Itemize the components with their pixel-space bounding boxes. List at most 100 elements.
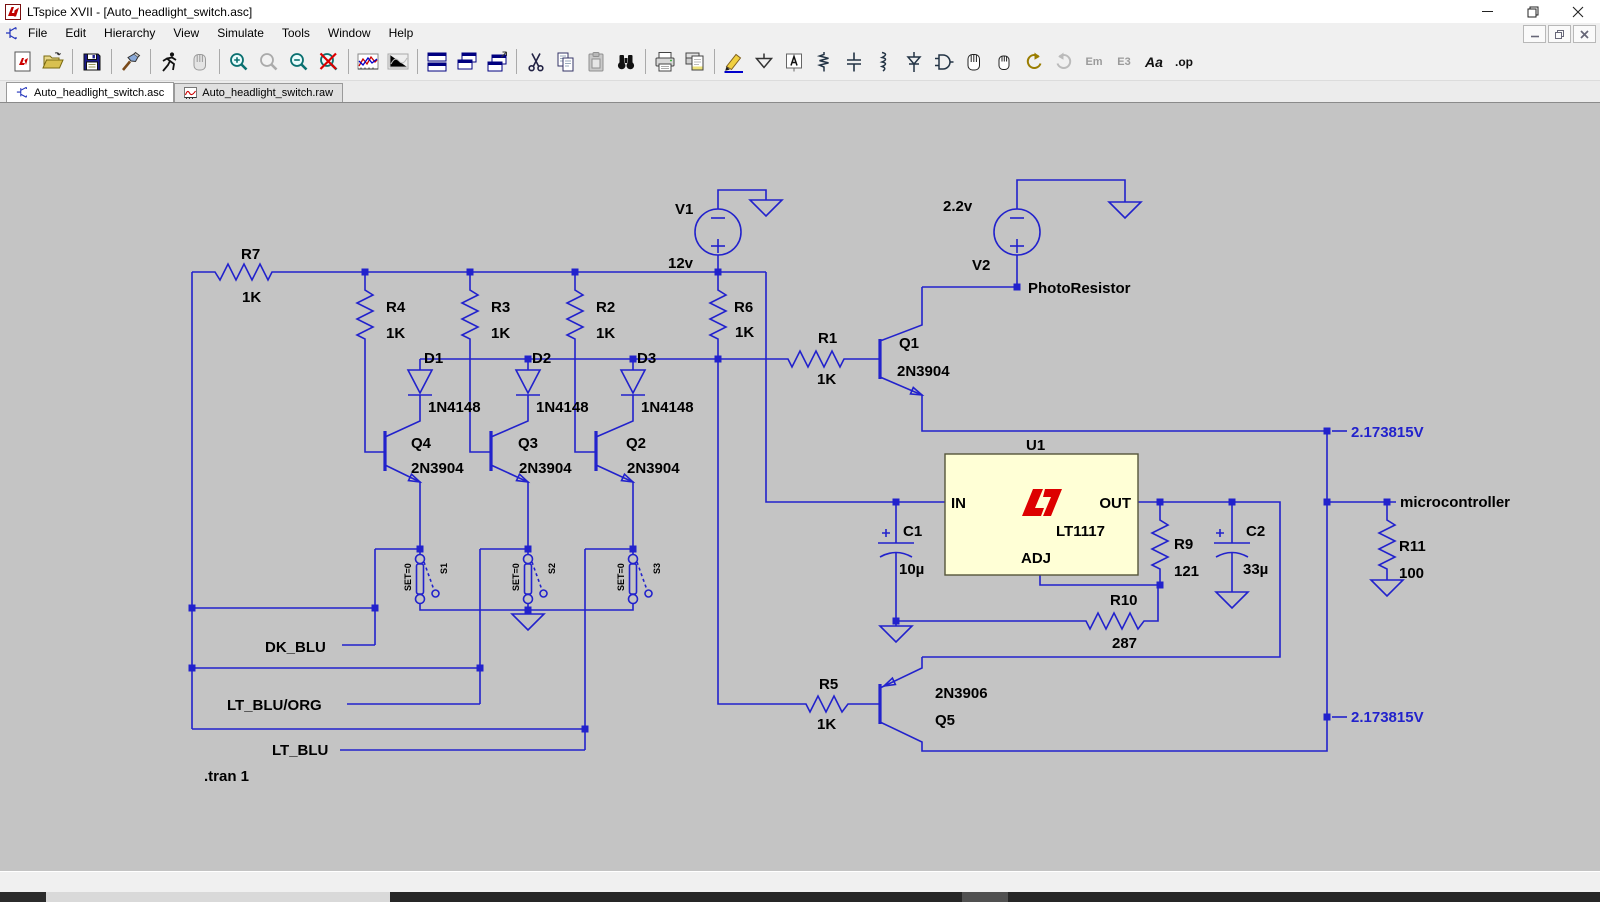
place-text-button[interactable]: Aa — [1139, 47, 1169, 77]
toolbar-separator — [348, 49, 349, 74]
wire-pencil-icon — [722, 50, 746, 74]
r9-value: 121 — [1174, 563, 1199, 580]
r11-name: R11 — [1399, 538, 1426, 555]
resistor-r9[interactable] — [1152, 502, 1168, 585]
new-schematic-button[interactable] — [8, 47, 38, 77]
place-ground-button[interactable] — [749, 47, 779, 77]
schematic[interactable]: IN OUT ADJ LT1117 R7 1K R4 1K R3 1K R2 1… — [0, 103, 1600, 872]
menu-view[interactable]: View — [164, 24, 208, 42]
q2-value: 2N3904 — [627, 460, 680, 477]
transistor-q5[interactable] — [880, 657, 1327, 751]
find-button[interactable] — [611, 47, 641, 77]
regulator-u1[interactable]: IN OUT ADJ LT1117 — [945, 454, 1138, 575]
c1-name: C1 — [903, 523, 922, 540]
place-net-label-button[interactable] — [779, 47, 809, 77]
copy-icon — [554, 50, 578, 74]
menu-help[interactable]: Help — [380, 24, 423, 42]
place-component-button[interactable] — [929, 47, 959, 77]
q4-value: 2N3904 — [411, 460, 464, 477]
r4-name: R4 — [386, 299, 406, 316]
menu-file[interactable]: File — [19, 24, 56, 42]
r6-value: 1K — [735, 324, 754, 341]
resistor-r3[interactable] — [462, 272, 490, 452]
tile-windows-button[interactable] — [422, 47, 452, 77]
open-file-button[interactable] — [38, 47, 68, 77]
resistor-r2[interactable] — [567, 272, 595, 452]
mirror-button[interactable]: Em — [1079, 47, 1109, 77]
switch-s3[interactable] — [629, 549, 653, 604]
minimize-button[interactable] — [1465, 0, 1510, 23]
mdi-restore-button[interactable] — [1548, 25, 1571, 43]
d2-name: D2 — [532, 350, 551, 367]
save-button[interactable] — [77, 47, 107, 77]
net-labels[interactable]: DK_BLU LT_BLU/ORG LT_BLU PhotoResistor m… — [204, 280, 1510, 785]
run-button[interactable] — [155, 47, 185, 77]
menu-bar: File Edit Hierarchy View Simulate Tools … — [0, 23, 1600, 43]
print-preview-button[interactable] — [680, 47, 710, 77]
move-button[interactable] — [959, 47, 989, 77]
component-labels[interactable]: R7 1K R4 1K R3 1K R2 1K R6 1K D1 1N4148 … — [241, 198, 1426, 733]
copy-button[interactable] — [551, 47, 581, 77]
schematic-canvas[interactable]: IN OUT ADJ LT1117 R7 1K R4 1K R3 1K R2 1… — [0, 102, 1600, 871]
zoom-in-button[interactable] — [224, 47, 254, 77]
menu-tools[interactable]: Tools — [273, 24, 319, 42]
place-inductor-button[interactable] — [869, 47, 899, 77]
waveform-button[interactable] — [353, 47, 383, 77]
zoom-area-button[interactable] — [254, 47, 284, 77]
capacitor-icon — [842, 50, 866, 74]
restore-button[interactable] — [1510, 0, 1555, 23]
emitter-arrow — [911, 388, 923, 396]
place-resistor-button[interactable] — [809, 47, 839, 77]
spice-directive-button[interactable]: .op — [1169, 47, 1199, 77]
voltage-source-v2[interactable] — [994, 180, 1141, 255]
zoom-out-button[interactable] — [284, 47, 314, 77]
resistor-r4[interactable] — [357, 272, 384, 452]
menu-simulate[interactable]: Simulate — [208, 24, 273, 42]
rotate-button[interactable]: E3 — [1109, 47, 1139, 77]
switch-s2[interactable] — [524, 549, 548, 604]
place-diode-button[interactable] — [899, 47, 929, 77]
place-capacitor-button[interactable] — [839, 47, 869, 77]
menu-hierarchy[interactable]: Hierarchy — [95, 24, 164, 42]
voltage-probe-bottom: 2.173815V — [1351, 709, 1424, 726]
plot-settings-button[interactable] — [383, 47, 413, 77]
print-button[interactable] — [650, 47, 680, 77]
r10-value: 287 — [1112, 635, 1137, 652]
net-label-icon — [782, 50, 806, 74]
tab-schematic[interactable]: Auto_headlight_switch.asc — [6, 82, 174, 102]
r7-value: 1K — [242, 289, 261, 306]
zoom-full-extents-button[interactable] — [314, 47, 344, 77]
cascade-windows-button[interactable] — [452, 47, 482, 77]
transistor-q1[interactable] — [880, 287, 1327, 431]
menu-edit[interactable]: Edit — [56, 24, 95, 42]
halt-button[interactable] — [185, 47, 215, 77]
q3-value: 2N3904 — [519, 460, 572, 477]
wires[interactable] — [192, 255, 1396, 750]
control-panel-button[interactable] — [116, 47, 146, 77]
print-icon — [653, 50, 677, 74]
resistor-r6[interactable] — [710, 272, 726, 359]
capacitor-c2[interactable] — [1214, 502, 1250, 608]
taskbar-active-app[interactable] — [46, 892, 390, 902]
voltage-source-v1[interactable] — [695, 190, 782, 272]
paste-button[interactable] — [581, 47, 611, 77]
arrange-windows-button[interactable] — [482, 47, 512, 77]
switch-s1[interactable] — [416, 549, 440, 604]
draw-wire-button[interactable] — [719, 47, 749, 77]
undo-button[interactable] — [1019, 47, 1049, 77]
tab-waveform[interactable]: Auto_headlight_switch.raw — [174, 83, 343, 102]
close-button[interactable] — [1555, 0, 1600, 23]
mdi-window-controls — [1523, 25, 1596, 43]
mdi-close-button[interactable] — [1573, 25, 1596, 43]
taskbar-sliver — [0, 892, 1600, 902]
d3-value: 1N4148 — [641, 399, 694, 416]
menu-window[interactable]: Window — [319, 24, 380, 42]
mdi-minimize-button[interactable] — [1523, 25, 1546, 43]
v1-name: V1 — [675, 201, 693, 218]
cut-button[interactable] — [521, 47, 551, 77]
q5-name: Q5 — [935, 712, 955, 729]
redo-button[interactable] — [1049, 47, 1079, 77]
undo-icon — [1022, 50, 1046, 74]
run-icon — [158, 50, 182, 74]
drag-button[interactable] — [989, 47, 1019, 77]
